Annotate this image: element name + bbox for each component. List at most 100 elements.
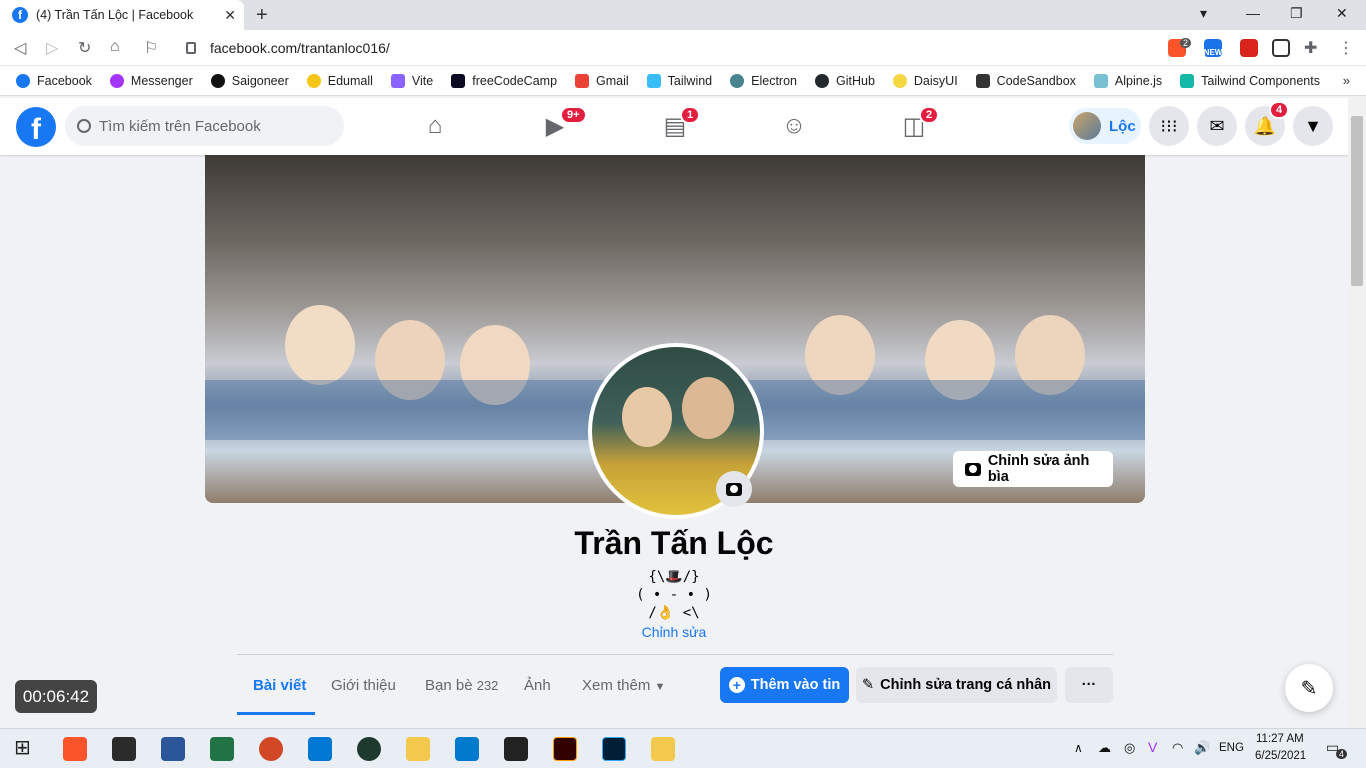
illustrator-taskbar-icon[interactable] (553, 737, 577, 761)
input-language[interactable]: ENG (1219, 742, 1244, 754)
extension-new-icon[interactable]: NEW (1204, 39, 1222, 57)
word-taskbar-icon[interactable] (161, 737, 185, 761)
bookmark-freecodecamp[interactable]: freeCodeCamp (451, 73, 557, 88)
tab-photos[interactable]: Ảnh (524, 677, 551, 694)
bookmark-codesandbox[interactable]: CodeSandbox (975, 73, 1076, 88)
profile-chip[interactable]: Lộc (1069, 108, 1141, 144)
close-window-icon[interactable]: ✕ (1336, 5, 1348, 22)
vscode-taskbar-icon[interactable] (455, 737, 479, 761)
account-button[interactable]: ▼ (1293, 106, 1333, 146)
bookmark-tailwind-components[interactable]: Tailwind Components (1180, 73, 1320, 88)
bookmark-daisyui[interactable]: DaisyUI (892, 73, 958, 88)
tab-friends[interactable]: Bạn bè 232 (425, 677, 498, 694)
bookmark-facebook[interactable]: Facebook (16, 73, 92, 88)
new-message-button[interactable]: ✎ (1285, 664, 1333, 712)
bookmark-saigoneer[interactable]: Saigoneer (210, 73, 289, 88)
divider (237, 654, 1113, 655)
messenger-icon: ✉ (1209, 115, 1225, 136)
search-input[interactable]: Tìm kiếm trên Facebook (65, 106, 344, 146)
bookmark-messenger[interactable]: Messenger (109, 73, 193, 88)
tab-search-icon[interactable]: ▾ (1200, 5, 1207, 22)
back-icon[interactable]: ◁ (14, 38, 26, 58)
compose-icon: ✎ (1300, 677, 1318, 700)
avatar (1073, 112, 1101, 140)
facebook-logo-icon[interactable]: f (16, 107, 56, 147)
messenger-button[interactable]: ✉ (1197, 106, 1237, 146)
close-tab-icon[interactable]: ✕ (224, 7, 236, 24)
add-to-story-button[interactable]: + Thêm vào tin (720, 667, 849, 703)
camera-icon (726, 482, 742, 496)
codesandbox-icon (975, 73, 990, 88)
tab-more[interactable]: Xem thêm ▼ (582, 677, 665, 694)
brave-shields-badge: 2 (1180, 38, 1192, 48)
bookmark-icon[interactable]: ⚐ (144, 38, 158, 58)
webstorm-taskbar-icon[interactable] (504, 737, 528, 761)
more-options-button[interactable]: ··· (1065, 667, 1113, 703)
address-bar[interactable]: facebook.com/trantanloc016/ (170, 35, 1160, 61)
show-hidden-icons-icon[interactable]: ∧ (1074, 741, 1083, 755)
browser-menu-icon[interactable]: ⋮ (1338, 38, 1354, 58)
powerpoint-taskbar-icon[interactable] (259, 737, 283, 761)
photoshop-taskbar-icon[interactable] (602, 737, 626, 761)
edit-profile-button[interactable]: ✎ Chỉnh sửa trang cá nhân (856, 667, 1057, 703)
tailwind-icon (646, 73, 661, 88)
facebook-icon (16, 73, 30, 88)
new-tab-icon[interactable]: + (256, 4, 268, 27)
gitkraken-taskbar-icon[interactable] (357, 737, 381, 761)
action-center-count: 4 (1336, 749, 1348, 759)
camera-icon (965, 462, 981, 476)
reload-icon[interactable]: ↻ (78, 38, 91, 58)
nav-home[interactable]: ⌂ (419, 110, 451, 142)
brave-taskbar-icon[interactable] (63, 737, 87, 761)
bookmark-tailwind[interactable]: Tailwind (646, 73, 712, 88)
outlook-taskbar-icon[interactable] (308, 737, 332, 761)
more-bookmarks-icon[interactable]: » (1343, 73, 1350, 88)
wifi-icon[interactable]: ◠ (1172, 740, 1183, 756)
tab-about[interactable]: Giới thiệu (331, 677, 396, 694)
tab-posts[interactable]: Bài viết (253, 677, 306, 694)
windows-taskbar: ⊞ ∧ ☁ ◎ V ◠ 🔊 ENG 11:27 AM 6/25/2021 ▭ 4 (0, 728, 1366, 768)
edit-profile-label: Chỉnh sửa trang cá nhân (880, 677, 1051, 693)
file-explorer-taskbar-icon[interactable] (406, 737, 430, 761)
edit-bio-link[interactable]: Chỉnh sửa (0, 624, 1348, 640)
bookmark-github[interactable]: GitHub (815, 73, 875, 88)
forward-icon[interactable]: ▷ (46, 38, 58, 58)
discord-icon[interactable]: ◎ (1124, 740, 1135, 756)
clock-time[interactable]: 11:27 AM (1256, 733, 1304, 745)
edumall-icon (306, 73, 321, 88)
messenger-icon (109, 73, 124, 88)
excel-taskbar-icon[interactable] (210, 737, 234, 761)
bookmark-alpinejs[interactable]: Alpine.js (1093, 73, 1162, 88)
home-icon[interactable]: ⌂ (110, 38, 120, 56)
picture-in-picture-icon[interactable] (1272, 39, 1290, 57)
nav-groups[interactable]: ☺ (778, 110, 810, 142)
bookmark-electron[interactable]: Electron (730, 73, 797, 88)
pencil-icon: ✎ (862, 677, 875, 693)
bookmark-edumall[interactable]: Edumall (306, 73, 373, 88)
folder-taskbar-icon[interactable] (651, 737, 675, 761)
clock-date[interactable]: 6/25/2021 (1255, 750, 1306, 762)
restore-icon[interactable]: ❐ (1290, 5, 1303, 22)
freecodecamp-icon (451, 73, 466, 88)
scrollbar-thumb[interactable] (1351, 116, 1363, 286)
edit-cover-button[interactable]: Chỉnh sửa ảnh bìa (953, 451, 1113, 487)
bookmark-gmail[interactable]: Gmail (575, 73, 629, 88)
windows-start-icon[interactable]: ⊞ (14, 735, 38, 759)
edit-cover-label: Chỉnh sửa ảnh bìa (987, 453, 1090, 485)
bookmark-vite[interactable]: Vite (390, 73, 433, 88)
menu-button[interactable]: ⁝⁝⁝ (1149, 106, 1189, 146)
lock-icon (186, 42, 196, 54)
extensions-puzzle-icon[interactable]: ✚ (1304, 38, 1317, 58)
pdf-extension-icon[interactable] (1240, 39, 1258, 57)
onedrive-icon[interactable]: ☁ (1098, 740, 1111, 756)
terminal-taskbar-icon[interactable] (112, 737, 136, 761)
electron-icon (730, 73, 745, 88)
minimize-icon[interactable]: — (1246, 5, 1260, 21)
vite-tray-icon[interactable]: V (1148, 739, 1157, 755)
avatar-face (622, 387, 672, 447)
volume-icon[interactable]: 🔊 (1194, 740, 1210, 756)
tab-more-label: Xem thêm (582, 677, 651, 694)
browser-tab-facebook[interactable]: f (4) Trần Tấn Lộc | Facebook ✕ (0, 0, 244, 30)
update-profile-picture-button[interactable] (716, 471, 752, 507)
bell-icon: 🔔 (1253, 115, 1277, 136)
